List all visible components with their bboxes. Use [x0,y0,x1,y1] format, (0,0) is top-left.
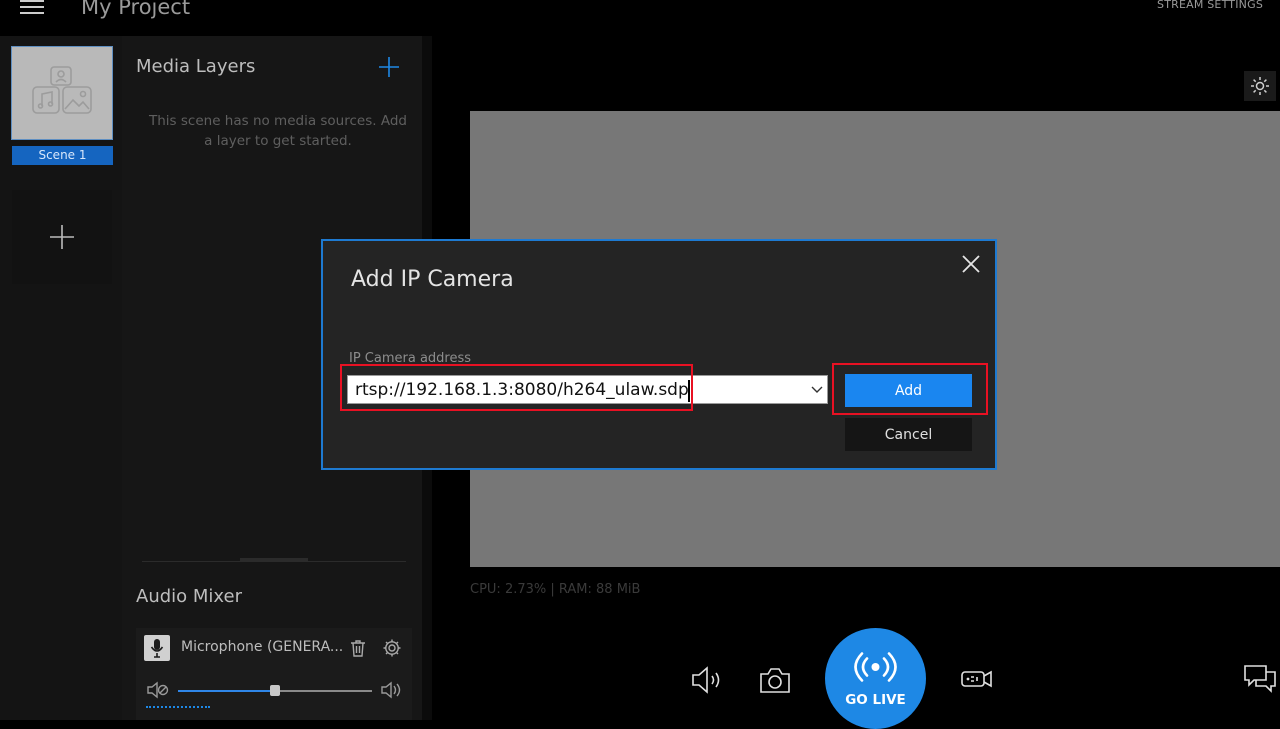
settings-icon[interactable] [382,638,402,658]
volume-slider-thumb[interactable] [270,685,280,696]
performance-stats: CPU: 2.73% | RAM: 88 MiB [470,582,641,597]
splitter-line [142,561,406,562]
scene-label[interactable]: Scene 1 [12,146,113,165]
cancel-button[interactable]: Cancel [845,418,972,451]
menu-icon[interactable] [20,0,44,14]
brightness-icon[interactable] [1244,71,1276,101]
chevron-down-icon[interactable] [807,376,827,403]
media-placeholder-icon [32,66,92,114]
volume-fill [178,690,275,692]
mute-icon[interactable] [146,680,170,700]
microphone-icon [144,635,170,661]
audio-channel-name: Microphone (GENERA... [181,639,344,655]
add-icon [379,57,399,77]
address-highlight-box [340,364,693,411]
go-live-label: GO LIVE [845,692,906,708]
audio-level-meter [146,706,210,710]
add-icon [50,225,74,249]
empty-layers-message: This scene has no media sources. Add a l… [149,113,407,149]
volume-icon [380,680,404,700]
audio-icon[interactable] [690,664,726,696]
close-icon[interactable] [960,253,982,275]
add-scene-button[interactable] [12,190,112,284]
camera-icon[interactable] [757,664,793,696]
add-highlight-box [832,363,988,415]
audio-mixer-title: Audio Mixer [136,586,242,607]
chat-icon[interactable] [1242,662,1278,696]
splitter-grip[interactable] [240,558,308,561]
delete-icon[interactable] [348,638,368,658]
scene-thumbnail[interactable] [11,46,113,140]
dialog-title: Add IP Camera [351,267,514,292]
go-live-button[interactable] [825,628,926,729]
add-layer-button[interactable] [378,56,400,78]
record-icon[interactable] [960,664,994,694]
stream-settings-link[interactable]: STREAM SETTINGS [1157,0,1263,11]
media-layers-title: Media Layers [136,56,256,77]
project-title: My Project [81,0,191,19]
